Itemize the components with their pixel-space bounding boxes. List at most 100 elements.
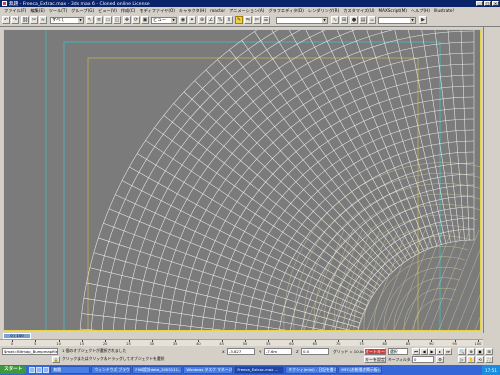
quick-launch-desktop-icon[interactable] bbox=[36, 367, 43, 373]
window-crossing-icon[interactable]: ◫ bbox=[113, 16, 121, 24]
go-to-start-icon[interactable]: ⏮ bbox=[412, 348, 420, 355]
menu-tools[interactable]: ツール(T) bbox=[47, 8, 69, 14]
taskbar-item[interactable]: Windows タスク マネージャ bbox=[183, 366, 234, 374]
material-editor-icon[interactable]: ● bbox=[350, 16, 358, 24]
menu-edit[interactable]: 編集(E) bbox=[28, 8, 46, 14]
field-of-view-icon[interactable]: ▷ bbox=[458, 356, 466, 363]
menu-modifiers[interactable]: モディファイヤ(O) bbox=[137, 8, 176, 14]
menu-maxscript[interactable]: MAXScript(M) bbox=[377, 8, 409, 13]
zoom-extents-icon[interactable]: ▣ bbox=[476, 348, 484, 355]
viewport-area bbox=[0, 27, 483, 333]
taskbar-item[interactable]: ミクシィ(mixi) - 日記を書く bbox=[285, 366, 338, 374]
snap-toggle-icon[interactable]: ⊕ bbox=[198, 16, 206, 24]
undo-icon[interactable]: ↶ bbox=[2, 16, 10, 24]
title-bar: 無題 - Freeca_Extrac.max - 3ds max 6 - Clo… bbox=[0, 0, 500, 7]
menu-illustrate[interactable]: Illustrate! bbox=[432, 8, 456, 13]
angle-snap-icon[interactable]: ∠ bbox=[207, 16, 215, 24]
chevron-down-icon: ▼ bbox=[322, 18, 327, 23]
redo-icon[interactable]: ↷ bbox=[11, 16, 19, 24]
layer-manager-icon[interactable]: ☰ bbox=[262, 16, 270, 24]
zoom-extents-all-icon[interactable]: ⊞ bbox=[485, 348, 493, 355]
percent-snap-icon[interactable]: % bbox=[216, 16, 224, 24]
link-icon[interactable]: ⛓ bbox=[21, 16, 29, 24]
select-move-icon[interactable]: ✥ bbox=[123, 16, 131, 24]
previous-frame-icon[interactable]: ◀ bbox=[420, 348, 428, 355]
menu-group[interactable]: グループ(G) bbox=[69, 8, 96, 14]
perspective-viewport[interactable] bbox=[3, 29, 481, 331]
edit-named-selection-icon[interactable]: ✎ bbox=[235, 16, 243, 24]
pivot-center-icon[interactable]: ◉ bbox=[179, 16, 187, 24]
prompt-instruction: クリックまたはクリック＆ドラッグしてオブジェクトを選択 bbox=[62, 356, 165, 361]
arc-rotate-icon[interactable]: ⟲ bbox=[476, 356, 484, 363]
quick-render-icon[interactable]: ☕ bbox=[368, 16, 376, 24]
selected-dropdown[interactable]: 選択 bbox=[388, 348, 408, 355]
menu-character[interactable]: キャラクタ(H) bbox=[177, 8, 208, 14]
zoom-icon[interactable]: 🔍 bbox=[458, 348, 466, 355]
menu-help[interactable]: ヘルプ(H) bbox=[409, 8, 432, 14]
key-filters-button[interactable]: キーフィルタ... bbox=[388, 357, 414, 363]
select-rotate-icon[interactable]: ⟳ bbox=[132, 16, 140, 24]
schematic-view-icon[interactable]: ⊞ bbox=[340, 16, 348, 24]
curve-editor-icon[interactable]: ∿ bbox=[331, 16, 339, 24]
select-scale-icon[interactable]: ▣ bbox=[141, 16, 149, 24]
pan-icon[interactable]: ✋ bbox=[467, 356, 475, 363]
maximize-viewport-icon[interactable]: ⛶ bbox=[485, 356, 493, 363]
close-button[interactable]: × bbox=[492, 1, 499, 6]
window-title: 無題 - Freeca_Extrac.max - 3ds max 6 - Clo… bbox=[9, 1, 150, 7]
taskbar-item-active[interactable]: Freeca_Extrac.max ... bbox=[234, 366, 285, 374]
select-by-name-icon[interactable]: ≡ bbox=[95, 16, 103, 24]
menu-customize[interactable]: カスタマイズ(U) bbox=[341, 8, 376, 14]
region-select-icon[interactable]: ▭ bbox=[104, 16, 112, 24]
named-selection-sets-dropdown[interactable]: ▼ bbox=[276, 17, 328, 24]
time-config-icon[interactable]: ⚙ bbox=[436, 356, 444, 363]
taskbar-item[interactable]: 無題 bbox=[50, 366, 91, 374]
render-type-dropdown[interactable]: ▼ bbox=[378, 17, 416, 24]
menu-graph-editors[interactable]: グラフエディタ(D) bbox=[266, 8, 306, 14]
render-last-icon[interactable]: ▶ bbox=[419, 16, 427, 24]
taskbar-item[interactable]: FHB設計data_2005111... bbox=[132, 366, 183, 374]
menu-reactor[interactable]: reactor bbox=[208, 8, 227, 13]
set-key-button[interactable]: キーを設定 bbox=[364, 356, 386, 363]
minimize-button[interactable]: _ bbox=[476, 1, 483, 6]
zoom-all-icon[interactable]: ⊕ bbox=[467, 348, 475, 355]
mirror-icon[interactable]: ⇋ bbox=[244, 16, 252, 24]
x-coord-label: X bbox=[222, 349, 225, 354]
menu-bar: ファイル(F) 編集(E) ツール(T) グループ(G) ビュー(V) 作成(C… bbox=[0, 7, 500, 14]
quick-launch-media-icon[interactable] bbox=[43, 367, 50, 373]
taskbar-item[interactable]: MFC(お絵描き掲示板)... bbox=[338, 366, 383, 374]
track-bar[interactable]: 0 5 10 15 20 25 30 35 40 45 50 55 60 65 70 75 80 85 90 95 10… bbox=[0, 339, 483, 346]
select-object-icon[interactable]: ↖ bbox=[86, 16, 94, 24]
chevron-down-icon: ▼ bbox=[171, 18, 176, 23]
reference-coordinate-dropdown[interactable]: ビュー ▼ bbox=[151, 17, 177, 24]
quick-launch-ie-icon[interactable] bbox=[29, 367, 36, 373]
align-icon[interactable]: ⊨ bbox=[253, 16, 261, 24]
app-icon[interactable] bbox=[2, 1, 7, 6]
menu-create[interactable]: 作成(C) bbox=[119, 8, 138, 14]
menu-animation[interactable]: アニメーション(A) bbox=[227, 8, 266, 14]
go-to-end-icon[interactable]: ⏭ bbox=[444, 348, 452, 355]
unlink-icon[interactable]: ✂ bbox=[30, 16, 38, 24]
render-scene-icon[interactable]: ▤ bbox=[359, 16, 367, 24]
x-coord-field[interactable]: -3.827 bbox=[227, 348, 255, 355]
z-coord-field[interactable]: 0.0 bbox=[301, 348, 329, 355]
y-coord-field[interactable]: -7.6m bbox=[264, 348, 292, 355]
next-frame-icon[interactable]: ▸ bbox=[436, 348, 444, 355]
start-button[interactable]: スタート bbox=[0, 366, 27, 374]
menu-file[interactable]: ファイル(F) bbox=[2, 8, 28, 14]
maxscript-listener-field[interactable]: $mat=Bitmap_Bumpmapfile:(1/cfl) bbox=[2, 348, 58, 355]
menu-rendering[interactable]: レンダリング(R) bbox=[306, 8, 341, 14]
z-coord-label: Z bbox=[296, 349, 299, 354]
spinner-snap-icon[interactable]: ⇕ bbox=[225, 16, 233, 24]
taskbar-item[interactable]: ウィンドウズ ブラウザ bbox=[91, 366, 132, 374]
auto-key-button[interactable]: オートキー bbox=[364, 348, 386, 355]
select-manipulate-icon[interactable]: ✦ bbox=[188, 16, 196, 24]
menu-view[interactable]: ビュー(V) bbox=[96, 8, 119, 14]
current-frame-field[interactable]: 0 bbox=[412, 356, 434, 363]
reference-coordinate-value: ビュー bbox=[153, 18, 167, 23]
main-toolbar: ↶ ↷ ⛓ ✂ ≈ すべて ▼ ↖ ≡ ▭ ◫ ✥ ⟳ ▣ ビュー ▼ ◉ ✦ … bbox=[0, 14, 500, 27]
selection-filter-dropdown[interactable]: すべて ▼ bbox=[50, 17, 84, 24]
maximize-button[interactable]: □ bbox=[484, 1, 491, 6]
bind-space-warp-icon[interactable]: ≈ bbox=[39, 16, 47, 24]
lock-selection-icon[interactable]: 🔒 bbox=[52, 356, 60, 363]
play-icon[interactable]: ▶ bbox=[428, 348, 436, 355]
